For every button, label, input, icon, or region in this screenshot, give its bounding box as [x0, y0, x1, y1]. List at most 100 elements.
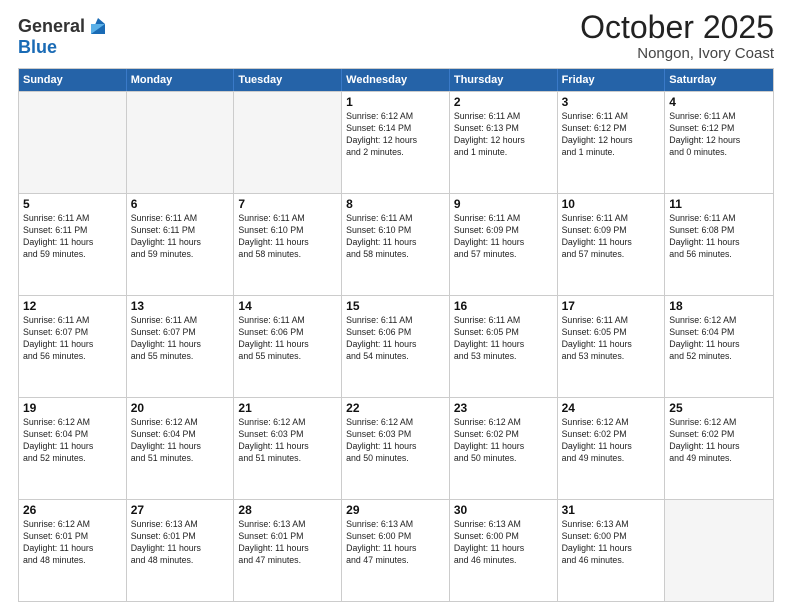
cal-cell-w3-d2: 13Sunrise: 6:11 AM Sunset: 6:07 PM Dayli… [127, 296, 235, 397]
cal-cell-w4-d7: 25Sunrise: 6:12 AM Sunset: 6:02 PM Dayli… [665, 398, 773, 499]
cell-info: Sunrise: 6:11 AM Sunset: 6:07 PM Dayligh… [23, 315, 122, 363]
cal-cell-w1-d5: 2Sunrise: 6:11 AM Sunset: 6:13 PM Daylig… [450, 92, 558, 193]
cell-day-number: 28 [238, 503, 337, 517]
header: General Blue October 2025 Nongon, Ivory … [18, 10, 774, 62]
calendar-week-5: 26 Sunrise: 6:12 AM Sunset: 6:01 PM Dayli… [19, 499, 773, 601]
page: General Blue October 2025 Nongon, Ivory … [0, 0, 792, 612]
cell-day-number: 1 [346, 95, 445, 109]
cal-cell-w3-d6: 17 Sunrise: 6:11 AM Sunset: 6:05 PM Dayli… [558, 296, 666, 397]
cell-info: Sunrise: 6:11 AM Sunset: 6:11 PM Dayligh… [131, 213, 230, 261]
cell-info: Sunrise: 6:12 AM Sunset: 6:04 PM Dayligh… [669, 315, 769, 363]
cell-info: Sunrise: 6:12 AM Sunset: 6:04 PM Dayligh… [131, 417, 230, 465]
cal-cell-w5-d6: 31Sunrise: 6:13 AM Sunset: 6:00 PM Dayli… [558, 500, 666, 601]
cell-info: Sunrise: 6:11 AM Sunset: 6:13 PM Dayligh… [454, 111, 553, 159]
cell-day-number: 16 [454, 299, 553, 313]
cell-info: Sunrise: 6:11 AM Sunset: 6:10 PM Dayligh… [238, 213, 337, 261]
cell-info: Sunrise: 6:11 AM Sunset: 6:08 PM Dayligh… [669, 213, 769, 261]
header-sunday: Sunday [19, 69, 127, 91]
logo: General Blue [18, 14, 109, 56]
cell-day-number: 17 [562, 299, 661, 313]
cal-cell-w2-d7: 11 Sunrise: 6:11 AM Sunset: 6:08 PM Dayli… [665, 194, 773, 295]
cal-cell-w2-d6: 10 Sunrise: 6:11 AM Sunset: 6:09 PM Dayli… [558, 194, 666, 295]
cal-cell-w1-d4: 1 Sunrise: 6:12 AM Sunset: 6:14 PM Daylig… [342, 92, 450, 193]
cell-day-number: 8 [346, 197, 445, 211]
cal-cell-w4-d3: 21Sunrise: 6:12 AM Sunset: 6:03 PM Dayli… [234, 398, 342, 499]
cell-day-number: 20 [131, 401, 230, 415]
cell-day-number: 7 [238, 197, 337, 211]
cal-cell-w3-d5: 16 Sunrise: 6:11 AM Sunset: 6:05 PM Dayli… [450, 296, 558, 397]
logo-text: General Blue [18, 14, 109, 56]
cell-day-number: 12 [23, 299, 122, 313]
cell-day-number: 29 [346, 503, 445, 517]
cal-cell-w5-d2: 27Sunrise: 6:13 AM Sunset: 6:01 PM Dayli… [127, 500, 235, 601]
cal-cell-w4-d4: 22 Sunrise: 6:12 AM Sunset: 6:03 PM Dayli… [342, 398, 450, 499]
cal-cell-w3-d1: 12 Sunrise: 6:11 AM Sunset: 6:07 PM Dayli… [19, 296, 127, 397]
cal-cell-w2-d3: 7 Sunrise: 6:11 AM Sunset: 6:10 PM Daylig… [234, 194, 342, 295]
cal-cell-w3-d7: 18Sunrise: 6:12 AM Sunset: 6:04 PM Dayli… [665, 296, 773, 397]
cell-info: Sunrise: 6:11 AM Sunset: 6:12 PM Dayligh… [562, 111, 661, 159]
cal-cell-w4-d1: 19Sunrise: 6:12 AM Sunset: 6:04 PM Dayli… [19, 398, 127, 499]
title-location: Nongon, Ivory Coast [580, 45, 774, 62]
cell-info: Sunrise: 6:11 AM Sunset: 6:09 PM Dayligh… [562, 213, 661, 261]
cal-cell-w5-d1: 26 Sunrise: 6:12 AM Sunset: 6:01 PM Dayli… [19, 500, 127, 601]
cal-cell-w5-d5: 30 Sunrise: 6:13 AM Sunset: 6:00 PM Dayli… [450, 500, 558, 601]
cal-cell-w2-d2: 6 Sunrise: 6:11 AM Sunset: 6:11 PM Daylig… [127, 194, 235, 295]
header-monday: Monday [127, 69, 235, 91]
cell-info: Sunrise: 6:11 AM Sunset: 6:05 PM Dayligh… [454, 315, 553, 363]
header-saturday: Saturday [665, 69, 773, 91]
cal-cell-w1-d2 [127, 92, 235, 193]
logo-icon [87, 16, 109, 38]
cell-day-number: 4 [669, 95, 769, 109]
cell-info: Sunrise: 6:11 AM Sunset: 6:05 PM Dayligh… [562, 315, 661, 363]
cell-info: Sunrise: 6:11 AM Sunset: 6:12 PM Dayligh… [669, 111, 769, 159]
cell-day-number: 6 [131, 197, 230, 211]
cal-cell-w2-d4: 8 Sunrise: 6:11 AM Sunset: 6:10 PM Daylig… [342, 194, 450, 295]
cell-day-number: 5 [23, 197, 122, 211]
cell-info: Sunrise: 6:11 AM Sunset: 6:10 PM Dayligh… [346, 213, 445, 261]
calendar-week-2: 5 Sunrise: 6:11 AM Sunset: 6:11 PM Daylig… [19, 193, 773, 295]
cal-cell-w5-d3: 28 Sunrise: 6:13 AM Sunset: 6:01 PM Dayli… [234, 500, 342, 601]
cal-cell-w1-d1 [19, 92, 127, 193]
cell-info: Sunrise: 6:13 AM Sunset: 6:00 PM Dayligh… [346, 519, 445, 567]
cal-cell-w1-d7: 4 Sunrise: 6:11 AM Sunset: 6:12 PM Daylig… [665, 92, 773, 193]
cell-info: Sunrise: 6:11 AM Sunset: 6:11 PM Dayligh… [23, 213, 122, 261]
cal-cell-w4-d6: 24Sunrise: 6:12 AM Sunset: 6:02 PM Dayli… [558, 398, 666, 499]
cal-cell-w5-d4: 29 Sunrise: 6:13 AM Sunset: 6:00 PM Dayli… [342, 500, 450, 601]
cell-day-number: 30 [454, 503, 553, 517]
cal-cell-w1-d6: 3Sunrise: 6:11 AM Sunset: 6:12 PM Daylig… [558, 92, 666, 193]
cell-info: Sunrise: 6:13 AM Sunset: 6:01 PM Dayligh… [238, 519, 337, 567]
cal-cell-w4-d2: 20 Sunrise: 6:12 AM Sunset: 6:04 PM Dayli… [127, 398, 235, 499]
cell-day-number: 10 [562, 197, 661, 211]
cell-day-number: 22 [346, 401, 445, 415]
cell-day-number: 14 [238, 299, 337, 313]
title-block: October 2025 Nongon, Ivory Coast [580, 10, 774, 62]
cell-day-number: 26 [23, 503, 122, 517]
cal-cell-w5-d7 [665, 500, 773, 601]
cell-info: Sunrise: 6:12 AM Sunset: 6:01 PM Dayligh… [23, 519, 122, 567]
calendar-week-4: 19Sunrise: 6:12 AM Sunset: 6:04 PM Dayli… [19, 397, 773, 499]
cell-info: Sunrise: 6:12 AM Sunset: 6:03 PM Dayligh… [238, 417, 337, 465]
cell-day-number: 9 [454, 197, 553, 211]
cell-info: Sunrise: 6:13 AM Sunset: 6:01 PM Dayligh… [131, 519, 230, 567]
calendar: Sunday Monday Tuesday Wednesday Thursday… [18, 68, 774, 602]
cell-info: Sunrise: 6:13 AM Sunset: 6:00 PM Dayligh… [454, 519, 553, 567]
cell-info: Sunrise: 6:11 AM Sunset: 6:06 PM Dayligh… [346, 315, 445, 363]
cell-day-number: 24 [562, 401, 661, 415]
cal-cell-w3-d4: 15 Sunrise: 6:11 AM Sunset: 6:06 PM Dayli… [342, 296, 450, 397]
cal-cell-w2-d1: 5 Sunrise: 6:11 AM Sunset: 6:11 PM Daylig… [19, 194, 127, 295]
cell-day-number: 31 [562, 503, 661, 517]
cell-info: Sunrise: 6:12 AM Sunset: 6:02 PM Dayligh… [454, 417, 553, 465]
cell-info: Sunrise: 6:12 AM Sunset: 6:03 PM Dayligh… [346, 417, 445, 465]
cell-day-number: 23 [454, 401, 553, 415]
calendar-week-3: 12 Sunrise: 6:11 AM Sunset: 6:07 PM Dayli… [19, 295, 773, 397]
cell-info: Sunrise: 6:11 AM Sunset: 6:07 PM Dayligh… [131, 315, 230, 363]
logo-general: General [18, 17, 85, 35]
cell-info: Sunrise: 6:12 AM Sunset: 6:04 PM Dayligh… [23, 417, 122, 465]
cal-cell-w4-d5: 23 Sunrise: 6:12 AM Sunset: 6:02 PM Dayli… [450, 398, 558, 499]
cell-day-number: 11 [669, 197, 769, 211]
header-thursday: Thursday [450, 69, 558, 91]
cell-info: Sunrise: 6:11 AM Sunset: 6:06 PM Dayligh… [238, 315, 337, 363]
calendar-body: 1 Sunrise: 6:12 AM Sunset: 6:14 PM Daylig… [19, 91, 773, 601]
cell-day-number: 15 [346, 299, 445, 313]
cell-info: Sunrise: 6:12 AM Sunset: 6:14 PM Dayligh… [346, 111, 445, 159]
